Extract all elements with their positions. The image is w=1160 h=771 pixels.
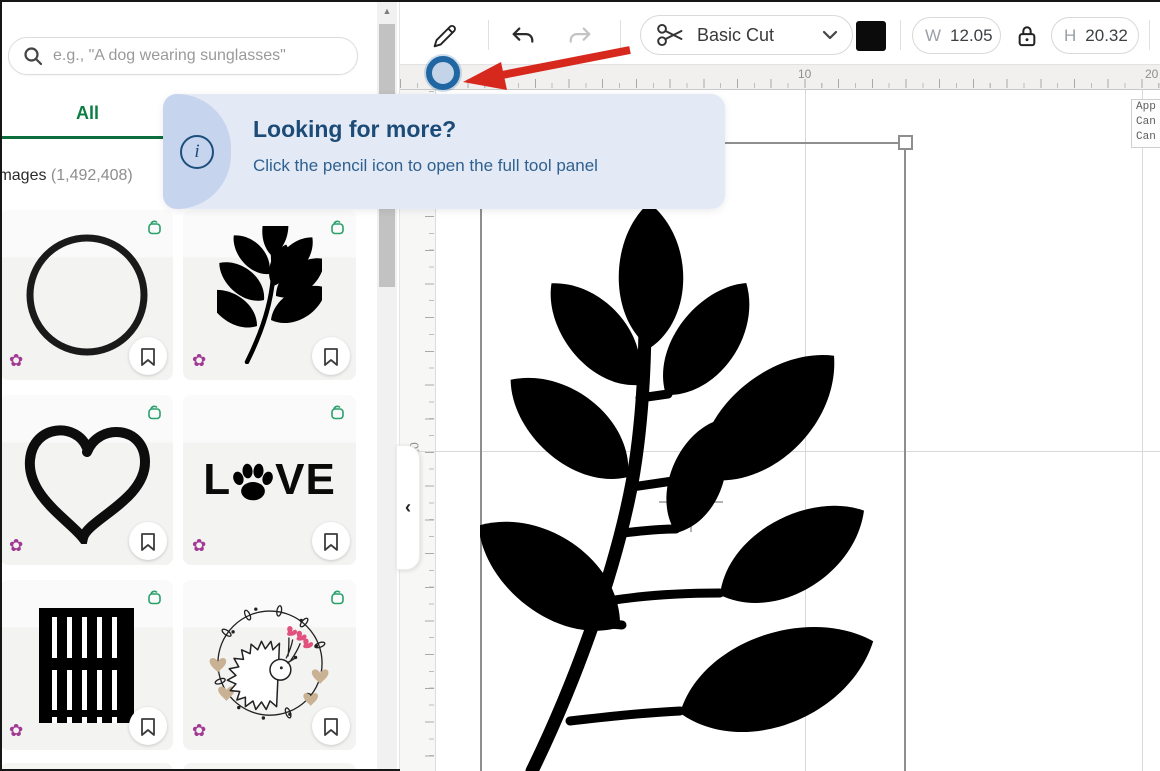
- bookmark-button[interactable]: [129, 522, 167, 560]
- scissors-icon: [655, 19, 685, 51]
- design-app-window: All Images (1,492,408) ✿: [0, 0, 1160, 771]
- lock-icon: [1016, 23, 1038, 49]
- looking-for-more-tooltip: i Looking for more? Click the pencil ico…: [163, 94, 725, 209]
- bookmark-button[interactable]: [312, 337, 350, 375]
- bookmark-icon: [323, 347, 339, 366]
- love-letters-ve: VE: [275, 455, 336, 505]
- overlay-line: App: [1136, 100, 1160, 115]
- width-field[interactable]: W 12.05: [912, 17, 1001, 54]
- canvas-toolbar: Basic Cut W 12.05 H 20.32: [400, 2, 1160, 64]
- width-value: 12.05: [950, 26, 993, 46]
- gridline-vertical-20: [1142, 90, 1143, 771]
- search-field[interactable]: [8, 37, 358, 75]
- image-tile-circle[interactable]: ✿: [0, 210, 173, 380]
- bookmark-icon: [140, 717, 156, 736]
- bookmark-button[interactable]: [129, 707, 167, 745]
- tab-all[interactable]: All: [0, 103, 175, 124]
- highlight-circle-annotation: [426, 56, 460, 90]
- pencil-tool-button[interactable]: [424, 16, 464, 56]
- color-swatch[interactable]: [856, 21, 886, 51]
- horizontal-ruler: 10 20: [400, 64, 1160, 90]
- images-result-count: Images (1,492,408): [0, 167, 133, 185]
- height-field[interactable]: H 20.32: [1051, 17, 1139, 54]
- access-flower-icon: ✿: [192, 352, 206, 369]
- bookmark-button[interactable]: [312, 522, 350, 560]
- paw-print-icon: [232, 460, 274, 504]
- image-tile-heart[interactable]: ✿: [0, 395, 173, 565]
- bookmark-icon: [140, 532, 156, 551]
- width-label: W: [925, 26, 941, 46]
- redo-icon: [567, 23, 593, 49]
- image-tile-leaf-branch[interactable]: ✿: [183, 210, 356, 380]
- ruler-label-10: 10: [798, 67, 811, 81]
- bookmark-icon: [323, 532, 339, 551]
- linetype-dropdown[interactable]: Basic Cut: [640, 15, 853, 55]
- love-letter-l: L: [203, 455, 231, 505]
- toolbar-divider: [900, 20, 901, 50]
- bookmark-icon: [140, 347, 156, 366]
- info-icon: i: [180, 135, 214, 169]
- height-value: 20.32: [1085, 26, 1128, 46]
- collapse-panel-button[interactable]: ‹: [396, 445, 420, 570]
- access-flower-icon: ✿: [9, 537, 23, 554]
- undo-button[interactable]: [503, 16, 543, 56]
- toolbar-divider: [1149, 20, 1150, 50]
- search-icon: [23, 46, 43, 66]
- access-badge-icon: [146, 219, 163, 236]
- access-badge-icon: [146, 589, 163, 606]
- search-input[interactable]: [53, 47, 343, 65]
- access-badge-icon: [329, 589, 346, 606]
- undo-icon: [510, 23, 536, 49]
- bookmark-button[interactable]: [129, 337, 167, 375]
- chevron-left-icon: ‹: [405, 497, 411, 518]
- ruler-unit-ticks: [400, 79, 1160, 88]
- access-badge-icon: [146, 404, 163, 421]
- overlay-line: Can: [1136, 130, 1160, 145]
- toolbar-divider: [620, 20, 621, 50]
- chevron-down-icon: [822, 30, 838, 41]
- window-border: [0, 0, 1160, 2]
- pencil-icon: [429, 21, 459, 51]
- image-tile-hedgehog-wreath[interactable]: ✿: [183, 580, 356, 750]
- access-badge-icon: [329, 404, 346, 421]
- access-flower-icon: ✿: [192, 722, 206, 739]
- toolbar-divider: [488, 20, 489, 50]
- selection-resize-handle[interactable]: [898, 135, 913, 150]
- access-flower-icon: ✿: [192, 537, 206, 554]
- leaf-branch-canvas-object[interactable]: [480, 143, 906, 771]
- tab-all-underline: [0, 136, 175, 139]
- debug-overlay-box: App Can Can: [1131, 99, 1160, 148]
- window-border: [0, 0, 2, 771]
- height-label: H: [1064, 26, 1076, 46]
- tooltip-title: Looking for more?: [253, 116, 456, 143]
- access-flower-icon: ✿: [9, 722, 23, 739]
- image-tile-pallet[interactable]: ✿: [0, 580, 173, 750]
- bookmark-icon: [323, 717, 339, 736]
- ruler-label-20: 20: [1145, 67, 1158, 81]
- redo-button[interactable]: [560, 16, 600, 56]
- image-tile-love-paw[interactable]: L VE ✿: [183, 395, 356, 565]
- access-flower-icon: ✿: [9, 352, 23, 369]
- overlay-line: Can: [1136, 115, 1160, 130]
- bookmark-button[interactable]: [312, 707, 350, 745]
- tooltip-accent: i: [163, 94, 231, 209]
- lock-aspect-button[interactable]: [1012, 22, 1042, 50]
- access-badge-icon: [329, 219, 346, 236]
- linetype-label: Basic Cut: [697, 25, 822, 46]
- scrollbar-up-arrow[interactable]: ▲: [377, 2, 397, 20]
- tooltip-body: Click the pencil icon to open the full t…: [253, 156, 598, 176]
